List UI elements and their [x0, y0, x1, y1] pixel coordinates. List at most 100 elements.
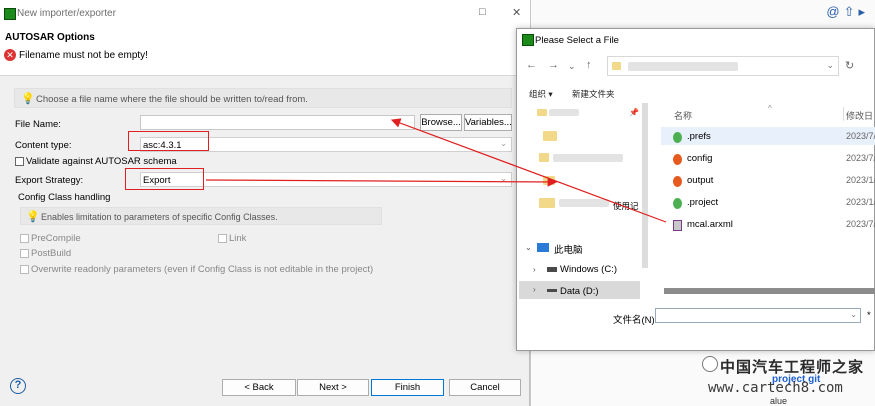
overwrite-checkbox[interactable]	[20, 265, 29, 274]
importer-dialog: New importer/exporter □ ✕ AUTOSAR Option…	[0, 0, 530, 406]
overwrite-label: Overwrite readonly parameters (even if C…	[31, 264, 374, 275]
file-date: 2023/1/	[846, 197, 875, 207]
file-date: 2023/7/	[846, 153, 875, 163]
watermark-url: www.cartech8.com	[708, 380, 843, 396]
this-pc-item[interactable]: 此电脑	[554, 242, 583, 256]
chevron-right-icon[interactable]: ›	[533, 265, 536, 274]
precompile-checkbox[interactable]	[20, 234, 29, 243]
app-icon	[4, 8, 16, 20]
next-button[interactable]: Next >	[297, 379, 369, 396]
file-date: 2023/7/	[846, 219, 875, 229]
new-folder-button[interactable]: 新建文件夹	[572, 88, 615, 100]
error-message: Filename must not be empty!	[19, 50, 148, 61]
horizontal-scrollbar[interactable]	[664, 288, 875, 294]
chevron-down-icon: ⌄	[500, 174, 507, 183]
file-row[interactable]: .prefs 2023/7/	[661, 128, 875, 146]
chevron-down-icon: ⌄	[850, 310, 857, 319]
up-arrow-icon[interactable]: ↑	[586, 59, 592, 71]
drive-d-item[interactable]: Data (D:)	[560, 286, 599, 297]
organize-menu[interactable]: 组织 ▾	[529, 88, 553, 100]
browse-button[interactable]: Browse...	[420, 114, 462, 131]
sort-chevron-icon: ^	[768, 104, 772, 113]
page-title: AUTOSAR Options	[5, 32, 95, 43]
file-row[interactable]: output 2023/1/	[661, 172, 875, 190]
file-date: 2023/7/	[846, 131, 875, 141]
file-row[interactable]: mcal.arxml 2023/7/	[661, 216, 875, 234]
file-row[interactable]: .project 2023/1/	[661, 194, 875, 212]
annotation-box-export	[125, 168, 204, 190]
redacted-item[interactable]	[549, 109, 579, 116]
orange-file-icon	[673, 154, 682, 165]
file-name: config	[687, 153, 713, 164]
file-name: mcal.arxml	[687, 219, 733, 230]
folder-icon	[543, 176, 555, 185]
validate-label: Validate against AUTOSAR schema	[26, 156, 177, 167]
chevron-right-icon[interactable]: ›	[533, 285, 536, 294]
config-hint: Enables limitation to parameters of spec…	[41, 212, 278, 222]
column-divider	[843, 107, 844, 121]
lightbulb-icon: 💡	[21, 93, 35, 105]
folder-icon	[537, 109, 547, 116]
drive-icon	[547, 289, 557, 292]
folder-icon	[539, 198, 555, 208]
chevron-down-icon[interactable]: ⌄	[568, 61, 576, 72]
close-icon[interactable]: ✕	[512, 6, 521, 19]
file-dialog-navbar: ← → ⌄ ↑ ⌄ ↻	[517, 53, 875, 79]
variables-button[interactable]: Variables...	[464, 114, 512, 131]
window-title: New importer/exporter	[17, 8, 116, 19]
filename-hint-box: 💡 Choose a file name where the file shou…	[14, 88, 512, 108]
address-bar[interactable]: ⌄	[607, 56, 839, 76]
file-dialog-title: Please Select a File	[535, 35, 619, 46]
export-strategy-label: Export Strategy:	[15, 175, 84, 186]
filename-label: 文件名(N):	[613, 315, 658, 326]
file-dialog: Please Select a File ← → ⌄ ↑ ⌄ ↻ 组织 ▾ 新建…	[516, 28, 875, 351]
redacted-path	[628, 62, 738, 71]
dialog-header: AUTOSAR Options ✕ Filename must not be e…	[0, 28, 530, 76]
drive-c-item[interactable]: Windows (C:)	[560, 264, 617, 275]
postbuild-label: PostBuild	[31, 248, 72, 259]
filename-input[interactable]: ⌄	[655, 308, 861, 323]
file-type-filter[interactable]: *	[867, 310, 871, 321]
watermark-badge-icon	[702, 356, 718, 372]
file-date: 2023/1/	[846, 175, 875, 185]
navigation-scrollbar[interactable]	[642, 103, 648, 268]
redacted-item[interactable]	[553, 154, 623, 162]
finish-button[interactable]: Finish	[371, 379, 444, 396]
forward-arrow-icon[interactable]: →	[548, 59, 559, 71]
redacted-item[interactable]	[559, 199, 609, 207]
back-arrow-icon[interactable]: ←	[526, 59, 537, 71]
pinned-item-label[interactable]: 使用记	[613, 200, 639, 212]
content-type-label: Content type:	[15, 140, 72, 151]
annotation-box-content-type	[128, 131, 209, 151]
app-icon	[522, 34, 534, 46]
green-file-icon	[673, 132, 682, 143]
drive-icon	[547, 267, 557, 272]
config-class-group: 💡 Enables limitation to parameters of sp…	[12, 197, 387, 283]
file-name: output	[687, 175, 714, 186]
importer-titlebar[interactable]: New importer/exporter □ ✕	[0, 0, 530, 28]
link-checkbox[interactable]	[218, 234, 227, 243]
help-icon[interactable]: ?	[10, 378, 26, 394]
folder-icon	[543, 131, 557, 141]
pin-icon: 📌	[629, 108, 639, 117]
file-list-pane: 名称 ^ 修改日 .prefs 2023/7/config 2023/7/outpu…	[653, 103, 875, 293]
background-toolbar-icons: @⇧▸	[826, 4, 869, 19]
validate-checkbox[interactable]	[15, 157, 24, 166]
refresh-icon[interactable]: ↻	[845, 59, 854, 72]
navigation-pane: 📌 使用记 ⌄ 此电脑 › Windows (C:) › Data (D:)	[517, 103, 642, 303]
lightbulb-icon: 💡	[26, 211, 40, 223]
file-name-input[interactable]	[140, 115, 415, 130]
value-label: alue	[770, 396, 788, 406]
config-hint-box: 💡 Enables limitation to parameters of sp…	[20, 207, 382, 225]
chevron-down-icon[interactable]: ⌄	[525, 243, 532, 252]
maximize-icon[interactable]: □	[479, 6, 486, 18]
folder-icon	[612, 62, 621, 70]
back-button[interactable]: < Back	[222, 379, 296, 396]
postbuild-checkbox[interactable]	[20, 249, 29, 258]
column-header-date[interactable]: 修改日	[846, 109, 873, 122]
file-name-label: File Name:	[15, 119, 61, 130]
file-name: .prefs	[687, 131, 711, 142]
cancel-button[interactable]: Cancel	[449, 379, 521, 396]
column-header-name[interactable]: 名称	[674, 109, 692, 122]
file-row[interactable]: config 2023/7/	[661, 150, 875, 168]
